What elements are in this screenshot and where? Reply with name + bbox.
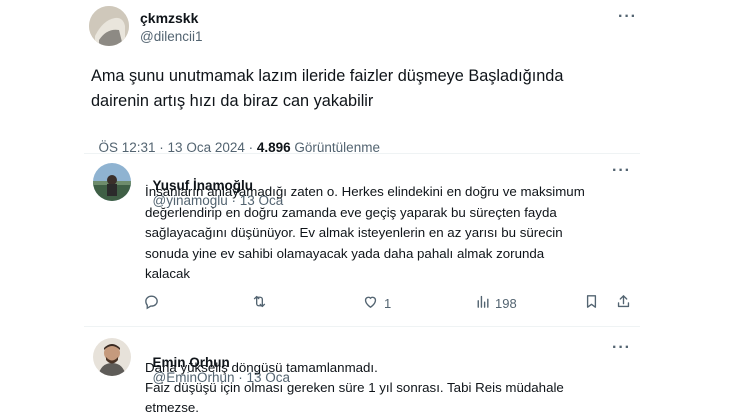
divider (84, 153, 640, 154)
share-icon (615, 293, 632, 313)
tweet-text-line: dairenin artış hızı da biraz can yakabil… (91, 92, 374, 110)
reply-text-line: Faiz düşüşü için olması gereken süre 1 y… (145, 380, 564, 395)
like-count: 1 (384, 295, 392, 311)
views-count: 198 (495, 295, 517, 311)
reply-text-line: Daha yükseliş döngüsü tamamlanmadı. (145, 360, 378, 375)
reply-text-line: etmezse. (145, 400, 199, 415)
author-display-name[interactable]: çkmzskk (140, 10, 198, 26)
tweet-text: Ama şunu unutmamak lazım ileride faizler… (91, 64, 563, 114)
avatar[interactable] (93, 163, 131, 201)
reply-text: Daha yükseliş döngüsü tamamlanmadı. Faiz… (145, 358, 564, 418)
bookmark-icon (583, 293, 600, 313)
reply-text-line: değerlendirip en doğru zamanda eve geçiş… (145, 204, 557, 220)
tweet-meta: ÖS 12:31 · 13 Oca 2024 · 4.896 Görüntüle… (91, 125, 380, 155)
bookmark-button[interactable] (583, 293, 600, 313)
avatar[interactable] (89, 6, 129, 46)
reply-button[interactable] (143, 293, 160, 313)
reply-text-line: sonuda yine ev sahibi olamayacak yada da… (145, 245, 545, 261)
reply-icon (143, 293, 160, 313)
views-button[interactable]: 198 (474, 293, 517, 313)
heart-icon (362, 293, 379, 313)
avatar[interactable] (93, 338, 131, 376)
reply-text-line: sağlayacağını düşünüyor. Ev almak isteye… (145, 225, 563, 240)
author-handle[interactable]: @dilencii1 (140, 29, 202, 44)
reply-text-line: kalacak (145, 266, 191, 281)
more-options-icon[interactable]: ··· (612, 339, 631, 357)
views-icon (474, 293, 491, 313)
tweet-text-line: Ama şunu unutmamak lazım ileride faizler… (91, 67, 564, 85)
retweet-button[interactable] (251, 293, 268, 313)
more-options-icon[interactable]: ··· (612, 162, 631, 180)
more-options-icon[interactable]: ··· (618, 8, 637, 26)
share-button[interactable] (615, 293, 632, 313)
retweet-icon (251, 293, 268, 313)
like-button[interactable]: 1 (362, 293, 391, 313)
divider (84, 326, 640, 327)
reply-text-line: İnsanların anlayamadığı zaten o. Herkes … (145, 184, 585, 199)
reply-text: İnsanların anlayamadığı zaten o. Herkes … (145, 182, 585, 285)
